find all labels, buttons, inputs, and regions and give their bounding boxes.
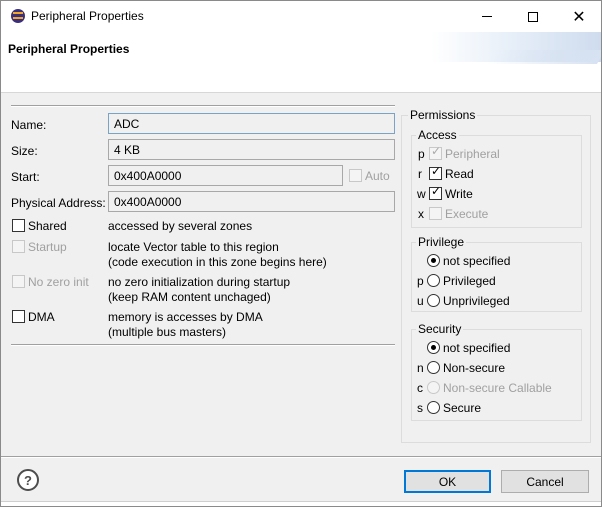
access-key-peripheral: p <box>418 147 425 161</box>
radio-dot <box>431 258 436 263</box>
secure-radio[interactable] <box>427 401 440 414</box>
read-checkbox[interactable]: ✓ <box>429 164 442 180</box>
write-label: Write <box>445 187 473 201</box>
cancel-button-label: Cancel <box>526 474 564 489</box>
name-label: Name: <box>11 118 47 132</box>
window-title: Peripheral Properties <box>31 9 144 23</box>
startup-checkbox[interactable] <box>12 240 25 253</box>
dialog-heading: Peripheral Properties <box>8 42 130 56</box>
read-label: Read <box>445 167 474 181</box>
privileged-radio[interactable] <box>427 274 440 287</box>
physical-address-label: Physical Address: <box>11 196 106 210</box>
auto-label: Auto <box>365 169 390 183</box>
security-title: Security <box>416 322 464 336</box>
maximize-icon <box>528 11 538 22</box>
shared-checkbox[interactable] <box>12 219 25 232</box>
form-top-separator <box>11 105 395 107</box>
non-secure-radio[interactable] <box>427 361 440 374</box>
check-icon: ✓ <box>431 164 442 178</box>
dialog-header: Peripheral Properties <box>1 32 601 93</box>
access-key-read: r <box>418 167 422 181</box>
peripheral-label: Peripheral <box>445 147 500 161</box>
startup-label: Startup <box>28 240 67 254</box>
size-field[interactable]: 4 KB <box>108 139 395 160</box>
secure-label: Secure <box>443 401 482 415</box>
help-icon[interactable]: ? <box>17 469 39 491</box>
radio-dot <box>431 345 436 350</box>
privilege-title: Privilege <box>416 235 467 249</box>
physical-address-field[interactable]: 0x400A0000 <box>108 191 395 212</box>
unprivileged-radio[interactable] <box>427 294 440 307</box>
no-zero-init-label: No zero init <box>28 275 89 289</box>
non-secure-callable-radio[interactable] <box>427 381 440 394</box>
check-icon: ✓ <box>431 184 442 198</box>
start-field[interactable]: 0x400A0000 <box>108 165 343 186</box>
non-secure-callable-label: Non-secure Callable <box>443 381 552 395</box>
header-banner-accent <box>486 50 601 64</box>
permissions-title: Permissions <box>408 108 478 122</box>
check-icon: ✓ <box>431 144 442 158</box>
dma-checkbox[interactable] <box>12 310 25 323</box>
eclipse-icon <box>11 9 25 23</box>
window-bottom-edge <box>1 501 601 506</box>
access-key-write: w <box>417 187 426 201</box>
shared-description: accessed by several zones <box>108 219 253 233</box>
form-bottom-separator <box>11 344 395 346</box>
execute-checkbox[interactable] <box>429 207 442 220</box>
startup-description: locate Vector table to this region <box>108 240 279 254</box>
size-label: Size: <box>11 144 38 158</box>
execute-label: Execute <box>445 207 489 221</box>
privileged-label: Privileged <box>443 274 496 288</box>
title-bar: Peripheral Properties ✕ <box>1 1 601 32</box>
access-title: Access <box>416 128 459 142</box>
auto-checkbox[interactable] <box>349 169 362 182</box>
no-zero-init-description: no zero initialization during startup <box>108 275 291 289</box>
peripheral-checkbox[interactable]: ✓ <box>429 144 442 160</box>
security-key-callable: c <box>417 381 423 395</box>
security-key-non-secure: n <box>417 361 424 375</box>
dma-description-note: (multiple bus masters) <box>108 325 227 339</box>
shared-label: Shared <box>28 219 67 233</box>
no-zero-init-checkbox[interactable] <box>12 275 25 288</box>
privilege-key-privileged: p <box>417 274 424 288</box>
close-icon: ✕ <box>572 6 586 26</box>
privilege-not-specified-label: not specified <box>443 254 511 268</box>
help-glyph: ? <box>24 472 32 488</box>
maximize-button[interactable] <box>510 1 556 32</box>
startup-description-note: (code execution in this zone begins here… <box>108 255 327 269</box>
unprivileged-label: Unprivileged <box>443 294 510 308</box>
no-zero-init-description-note: (keep RAM content unchaged) <box>108 290 271 304</box>
dma-description: memory is accesses by DMA <box>108 310 263 324</box>
close-button[interactable]: ✕ <box>556 1 601 32</box>
write-checkbox[interactable]: ✓ <box>429 184 442 200</box>
footer-separator <box>1 456 601 458</box>
ok-button[interactable]: OK <box>404 470 491 493</box>
name-field[interactable]: ADC <box>108 113 395 134</box>
security-not-specified-radio[interactable] <box>427 341 440 354</box>
ok-button-label: OK <box>438 474 457 489</box>
non-secure-label: Non-secure <box>443 361 506 375</box>
cancel-button[interactable]: Cancel <box>501 470 589 493</box>
privilege-not-specified-radio[interactable] <box>427 254 440 267</box>
access-key-execute: x <box>418 207 424 221</box>
security-not-specified-label: not specified <box>443 341 511 355</box>
dialog-window: Peripheral Properties ✕ Peripheral Prope… <box>0 0 602 507</box>
minimize-button[interactable] <box>464 1 510 32</box>
minimize-icon <box>482 16 492 17</box>
security-key-secure: s <box>417 401 423 415</box>
dma-label: DMA <box>28 310 55 324</box>
start-label: Start: <box>11 170 40 184</box>
privilege-key-unprivileged: u <box>417 294 424 308</box>
